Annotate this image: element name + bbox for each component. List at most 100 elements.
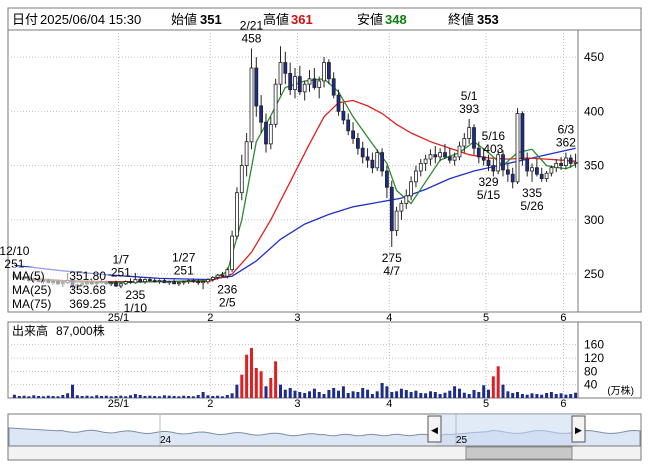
volume-bar: [61, 395, 65, 398]
volume-bar: [85, 395, 89, 398]
high-value: 361: [291, 12, 313, 27]
chart-canvas: 日付 2025/06/04 15:30 始値 351 高値 361 安値 348…: [0, 7, 642, 461]
candle-body: [355, 138, 360, 149]
volume-bar: [235, 384, 239, 398]
candle-body: [186, 280, 191, 283]
volume-bar: [95, 395, 99, 398]
volume-bar: [143, 396, 147, 398]
candle-body: [152, 280, 157, 283]
volume-bar: [322, 394, 326, 398]
volume-bar: [303, 393, 307, 398]
navigator-scroll-thumb[interactable]: [465, 446, 573, 460]
datetime: 2025/06/04 15:30: [40, 12, 141, 27]
candle-body: [293, 76, 297, 90]
candle-body: [481, 156, 486, 161]
volume-bar: [443, 392, 447, 398]
volume-bar: [66, 393, 70, 398]
candle-body: [133, 279, 138, 284]
volume-bar: [458, 388, 461, 398]
candle-body: [351, 130, 356, 139]
volume-bar: [37, 396, 41, 398]
volume-bar: [245, 354, 249, 398]
volume-x-tick-label: 3: [294, 398, 300, 410]
candle-body: [438, 152, 443, 158]
annotation-value: 329: [478, 175, 498, 189]
volume-bar: [32, 395, 36, 398]
volume-bar: [491, 376, 495, 398]
volume-y-tick-label: 40: [584, 378, 598, 392]
ma25-label: MA(25): [12, 283, 51, 297]
candle-body: [326, 62, 331, 80]
candle-body: [370, 159, 375, 169]
volume-bar: [240, 374, 244, 398]
volume-x-tick-label: 6: [560, 398, 566, 410]
volume-bar: [424, 393, 428, 398]
candle-body: [544, 172, 549, 179]
ma5-value: 351.80: [69, 269, 106, 283]
annotation-value: 236: [217, 282, 237, 296]
candle-body: [462, 138, 467, 147]
volume-bar: [71, 384, 74, 398]
volume-bar: [525, 394, 529, 398]
volume-y-tick-label: 80: [584, 364, 598, 378]
candle-body: [312, 78, 317, 88]
volume-bar: [414, 390, 418, 398]
volume-bar: [158, 396, 161, 398]
volume-bar: [399, 388, 403, 398]
volume-bar: [172, 396, 176, 398]
candle-body: [409, 181, 414, 197]
chevron-right-icon: ▶: [575, 425, 582, 435]
candle-body: [399, 203, 404, 212]
candle-body: [268, 124, 273, 145]
volume-bar: [520, 394, 524, 398]
volume-bar: [361, 388, 365, 398]
candle-body: [234, 192, 239, 237]
volume-bar: [366, 389, 370, 398]
candle-body: [520, 113, 525, 160]
volume-bar: [230, 393, 234, 398]
annotation-date: 5/15: [477, 188, 501, 202]
volume-bar: [167, 395, 171, 398]
volume-bar: [448, 390, 452, 398]
candle-body: [288, 73, 293, 91]
candle-body: [346, 119, 351, 132]
volume-bar: [506, 391, 510, 398]
volume-bar: [332, 388, 336, 398]
volume-bar: [409, 392, 413, 398]
candle-body: [307, 78, 312, 85]
volume-bar: [100, 396, 103, 398]
candle-body: [375, 152, 380, 169]
annotation-date: 1/27: [172, 251, 196, 265]
annotation-value: 251: [111, 266, 131, 280]
candle-body: [138, 279, 143, 283]
volume-bar: [153, 396, 157, 398]
candle-body: [114, 282, 118, 287]
volume-bar: [27, 396, 31, 398]
volume-label: 出来高: [12, 323, 48, 338]
candle-body: [447, 156, 452, 161]
candle-body: [225, 269, 230, 277]
volume-bar: [259, 371, 263, 398]
volume-bar: [501, 384, 505, 398]
ma-legend: MA(5) MA(25) MA(75) 351.80 353.68 369.25: [10, 267, 108, 311]
volume-bar: [288, 388, 292, 398]
low-label: 安値: [357, 12, 383, 27]
volume-bar: [554, 394, 558, 398]
volume-bar: [438, 394, 442, 398]
volume-bar: [433, 392, 437, 398]
volume-bar: [220, 396, 224, 398]
candle-body: [413, 170, 418, 183]
annotation-date: 6/3: [558, 123, 575, 137]
candle-body: [559, 162, 563, 166]
volume-bar: [540, 394, 544, 398]
candle-body: [239, 165, 244, 194]
volume-bar: [90, 396, 94, 398]
volume-bar: [250, 348, 253, 398]
scroll-left-handle[interactable]: ◀: [427, 415, 442, 443]
volume-bar: [293, 390, 297, 398]
scroll-right-handle[interactable]: ▶: [571, 415, 586, 443]
ma75-value: 369.25: [69, 297, 106, 311]
volume-bar: [177, 396, 181, 398]
volume-bar: [46, 395, 50, 398]
candle-body: [404, 195, 409, 204]
